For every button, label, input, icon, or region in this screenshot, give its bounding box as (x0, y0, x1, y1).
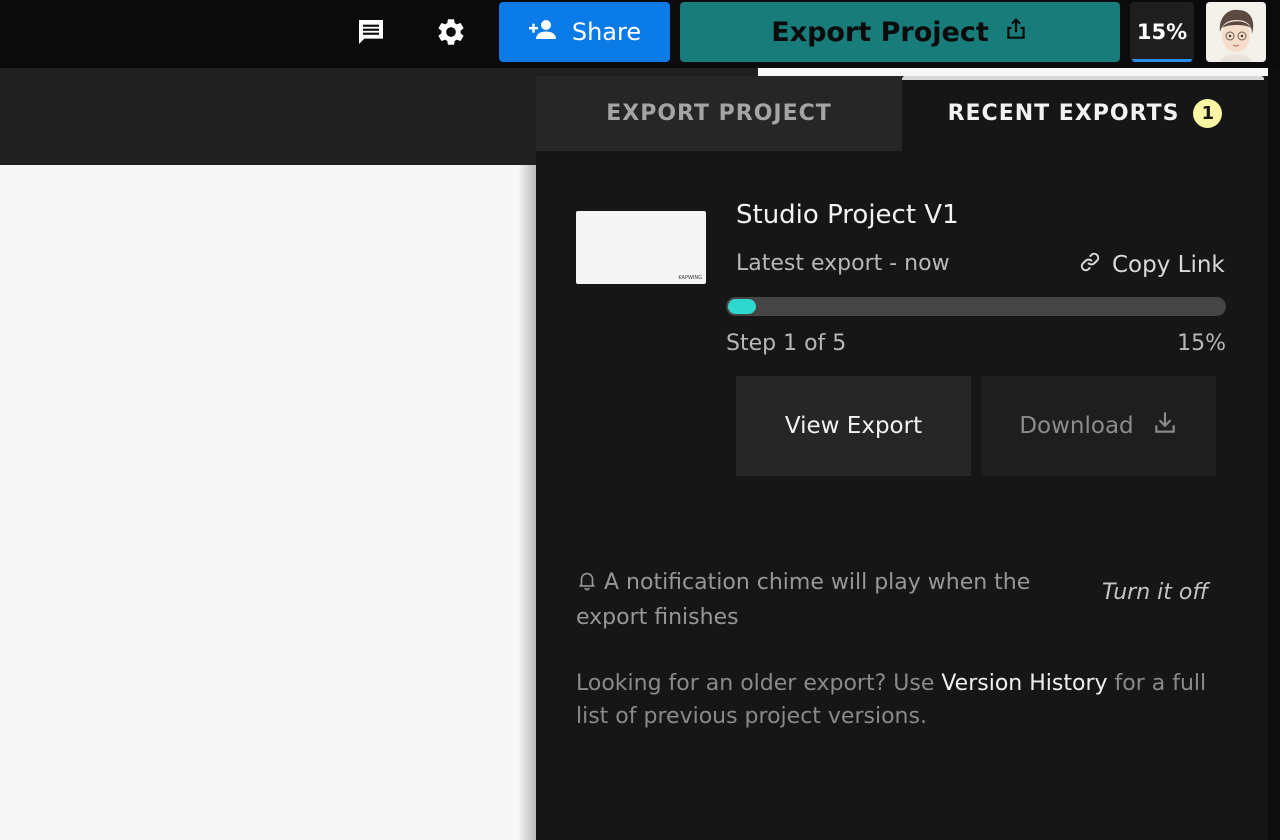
tab-recent-exports[interactable]: RECENT EXPORTS 1 (902, 76, 1268, 151)
editor-toolbar (0, 68, 536, 165)
notification-message: A notification chime will play when the … (576, 566, 1076, 634)
share-button[interactable]: Share (499, 2, 670, 62)
top-bar: Share Export Project 15% (0, 0, 1280, 68)
recent-exports-count-badge: 1 (1193, 99, 1223, 128)
export-thumbnail[interactable]: KAPWING (576, 211, 706, 284)
export-step-text: Step 1 of 5 (726, 331, 847, 356)
panel-edge (1268, 68, 1280, 840)
tab-export-project-label: EXPORT PROJECT (606, 101, 832, 126)
export-progress-label: 15% (1136, 20, 1188, 44)
panel-shadow (518, 165, 536, 840)
export-percent-text: 15% (1177, 331, 1226, 356)
export-timestamp: Latest export - now (736, 251, 950, 276)
avatar[interactable] (1206, 2, 1266, 62)
gear-icon[interactable] (431, 12, 471, 52)
bell-icon (576, 568, 604, 601)
active-tab-indicator (902, 76, 1264, 80)
view-export-label: View Export (784, 413, 923, 439)
editor-canvas[interactable] (0, 165, 532, 840)
version-history-prefix: Looking for an older export? Use (576, 671, 942, 696)
add-person-icon (528, 17, 558, 47)
tab-export-project[interactable]: EXPORT PROJECT (536, 76, 902, 151)
export-progress-bar (726, 297, 1226, 316)
download-button[interactable]: Download (981, 376, 1216, 476)
export-label: Export Project (771, 16, 989, 48)
version-history-link[interactable]: Version History (941, 671, 1107, 696)
toolbar-edge (536, 68, 758, 76)
link-icon (1078, 250, 1102, 280)
copy-link-label: Copy Link (1112, 252, 1225, 278)
share-label: Share (571, 18, 642, 46)
share-upload-icon (1003, 16, 1029, 49)
export-project-title: Studio Project V1 (736, 200, 959, 230)
tab-recent-exports-label: RECENT EXPORTS (947, 101, 1180, 126)
export-progress-fill (728, 299, 756, 314)
thumbnail-logo: KAPWING (678, 275, 702, 281)
export-project-button[interactable]: Export Project (680, 2, 1120, 62)
export-progress-button[interactable]: 15% (1130, 2, 1194, 62)
comment-icon[interactable] (351, 12, 391, 52)
notification-text: A notification chime will play when the … (576, 570, 1031, 630)
download-icon (1152, 410, 1178, 442)
download-label: Download (1019, 413, 1134, 439)
copy-link-button[interactable]: Copy Link (1078, 250, 1225, 280)
turn-off-chime-link[interactable]: Turn it off (1102, 580, 1208, 605)
version-history-hint: Looking for an older export? Use Version… (576, 667, 1236, 733)
export-progress-underline (1132, 59, 1192, 62)
view-export-button[interactable]: View Export (736, 376, 971, 476)
export-panel: EXPORT PROJECT RECENT EXPORTS 1 KAPWING … (536, 76, 1268, 840)
